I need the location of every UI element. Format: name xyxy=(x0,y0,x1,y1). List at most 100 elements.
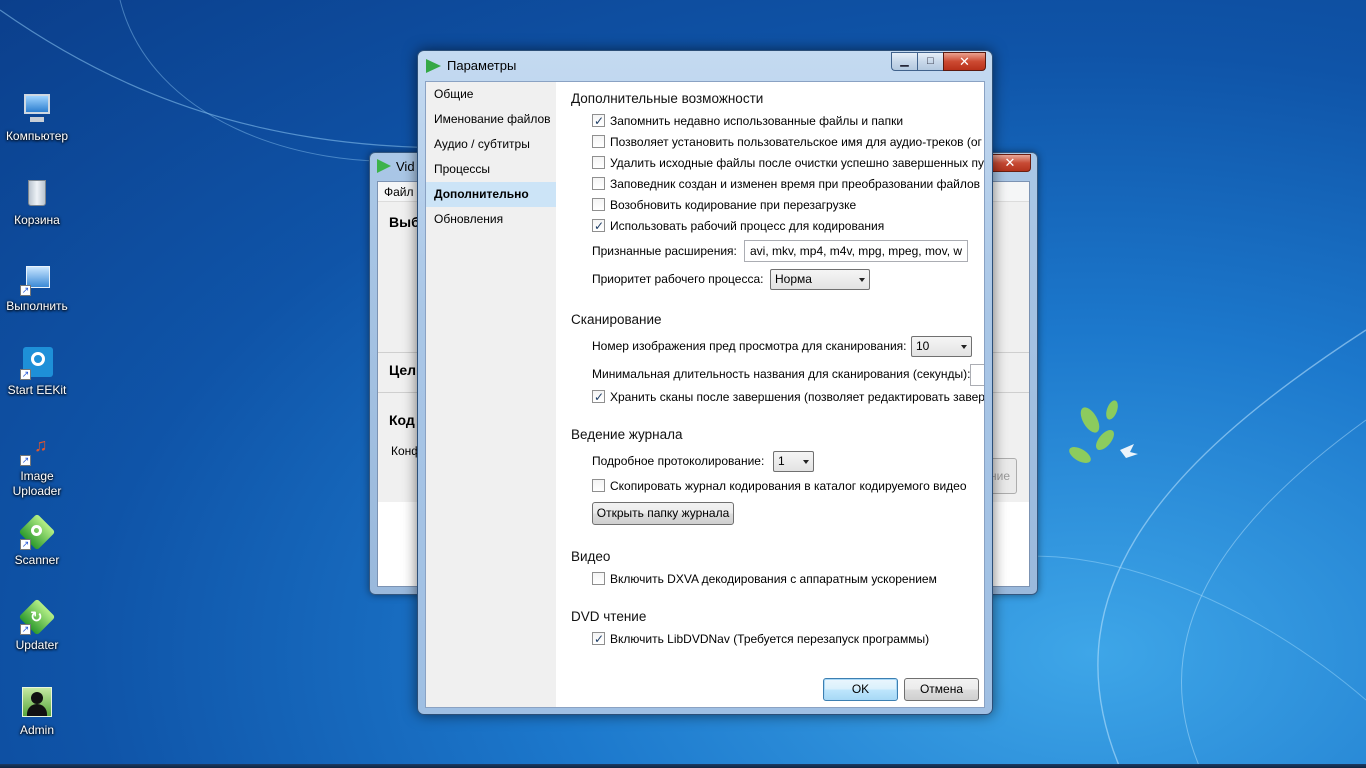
checkbox-unchecked[interactable] xyxy=(592,572,605,585)
desktop-icon-label: Scanner xyxy=(14,553,60,567)
scanner-icon: ↗ xyxy=(18,513,56,551)
checkbox-label: Позволяет установить пользовательское им… xyxy=(610,135,982,149)
checkbox-label: Возобновить кодирование при перезагрузке xyxy=(610,198,857,212)
log-verbosity-select[interactable]: 1 xyxy=(773,451,814,472)
checkbox-checked[interactable] xyxy=(592,112,605,130)
checkbox-label: Удалить исходные файлы после очистки усп… xyxy=(610,156,984,170)
settings-dialog[interactable]: Параметры ▁ □ ✕ Общие Именование файлов … xyxy=(417,50,993,715)
window-title: Vid xyxy=(396,159,415,174)
checkbox-resume-encoding[interactable]: Возобновить кодирование при перезагрузке xyxy=(592,196,856,214)
checkbox-keep-scans[interactable]: Хранить сканы после завершения (позволяе… xyxy=(592,388,984,406)
desktop-icon-label: Image Uploader xyxy=(12,469,62,498)
preview-count-select[interactable]: 10 xyxy=(911,336,972,357)
desktop-icon-recycle-bin[interactable]: Корзина xyxy=(0,176,74,228)
checkbox-label: Скопировать журнал кодирования в каталог… xyxy=(610,479,967,493)
close-icon: ✕ xyxy=(1004,155,1016,170)
desktop-icon-updater[interactable]: ↻ ↗ Updater xyxy=(0,598,74,653)
close-icon: ✕ xyxy=(959,54,970,69)
desktop-icon-label: Корзина xyxy=(14,213,60,227)
checkbox-unchecked[interactable] xyxy=(592,479,605,492)
nav-item-updates[interactable]: Обновления xyxy=(426,207,556,232)
nav-item-processes[interactable]: Процессы xyxy=(426,157,556,182)
chevron-down-icon xyxy=(803,460,809,464)
checkbox-dxva[interactable]: Включить DXVA декодирования с аппаратным… xyxy=(592,570,937,588)
checkbox-checked[interactable] xyxy=(592,388,605,406)
desktop-icon-label: Start EEKit xyxy=(7,383,67,397)
app-icon xyxy=(377,159,391,173)
close-button[interactable]: ✕ xyxy=(989,154,1031,172)
dialog-client-area: Общие Именование файлов Аудио / субтитры… xyxy=(425,81,985,708)
settings-nav: Общие Именование файлов Аудио / субтитры… xyxy=(426,82,556,707)
checkbox-preserve-timestamps[interactable]: Заповедник создан и изменен время при пр… xyxy=(592,175,980,193)
menu-file[interactable]: Файл xyxy=(384,185,414,199)
desktop-icon-start-eekit[interactable]: ↗ Start EEKit xyxy=(0,346,74,398)
checkbox-label: Использовать рабочий процесс для кодиров… xyxy=(610,219,885,233)
selected-value: Норма xyxy=(775,272,812,286)
nav-item-file-naming[interactable]: Именование файлов xyxy=(426,107,556,132)
run-icon: ↗ xyxy=(20,262,54,296)
desktop-icon-run[interactable]: ↗ Выполнить xyxy=(0,262,74,314)
checkbox-unchecked[interactable] xyxy=(592,135,605,148)
desktop-icon-scanner[interactable]: ↗ Scanner xyxy=(0,513,74,568)
desktop-icon-admin[interactable]: Admin xyxy=(0,686,74,738)
extensions-input[interactable]: avi, mkv, mp4, m4v, mpg, mpeg, mov, w xyxy=(744,240,968,262)
updater-icon: ↻ ↗ xyxy=(18,598,56,636)
checkbox-libdvdnav[interactable]: Включить LibDVDNav (Требуется перезапуск… xyxy=(592,630,929,648)
maximize-button[interactable]: □ xyxy=(917,52,943,71)
desktop-icon-image-uploader[interactable]: ♫ ↗ Image Uploader xyxy=(0,432,74,499)
chevron-down-icon xyxy=(859,278,865,282)
desktop-icon-label: Выполнить xyxy=(6,299,68,313)
section-source: Выб xyxy=(389,214,420,230)
checkbox-label: Запомнить недавно использованные файлы и… xyxy=(610,114,904,128)
selected-value: 1 xyxy=(778,454,785,468)
admin-user-icon xyxy=(20,686,54,720)
nav-item-general[interactable]: Общие xyxy=(426,82,556,107)
minimize-button[interactable]: ▁ xyxy=(891,52,917,71)
computer-icon xyxy=(20,92,54,126)
selected-value: 10 xyxy=(916,339,930,353)
caption-buttons: ▁ □ ✕ xyxy=(891,52,986,71)
recycle-bin-icon xyxy=(20,176,54,210)
checkbox-copy-log[interactable]: Скопировать журнал кодирования в каталог… xyxy=(592,477,967,495)
label-log-verbosity: Подробное протоколирование: xyxy=(592,454,765,468)
checkbox-label: Заповедник создан и изменен время при пр… xyxy=(610,177,981,191)
checkbox-remember-recent[interactable]: Запомнить недавно использованные файлы и… xyxy=(592,112,903,130)
ok-button[interactable]: OK xyxy=(823,678,898,701)
cancel-button[interactable]: Отмена xyxy=(904,678,979,701)
close-button[interactable]: ✕ xyxy=(943,52,986,71)
label-preview-count: Номер изображения пред просмотра для ска… xyxy=(592,339,907,353)
label-min-title-duration: Минимальная длительность названия для ск… xyxy=(592,367,971,381)
checkbox-checked[interactable] xyxy=(592,217,605,235)
section-header-logging: Ведение журнала xyxy=(571,427,683,442)
checkbox-custom-audio-names[interactable]: Позволяет установить пользовательское им… xyxy=(592,133,982,151)
nav-item-audio-subtitles[interactable]: Аудио / субтитры xyxy=(426,132,556,157)
worker-priority-select[interactable]: Норма xyxy=(770,269,870,290)
desktop-icon-label: Admin xyxy=(19,723,54,737)
image-uploader-icon: ♫ ↗ xyxy=(20,435,48,466)
checkbox-unchecked[interactable] xyxy=(592,156,605,169)
minimize-icon: ▁ xyxy=(900,55,909,67)
checkbox-unchecked[interactable] xyxy=(592,177,605,190)
checkbox-use-worker-process[interactable]: Использовать рабочий процесс для кодиров… xyxy=(592,217,884,235)
min-duration-input[interactable] xyxy=(970,364,984,386)
checkbox-checked[interactable] xyxy=(592,630,605,648)
taskbar-edge xyxy=(0,764,1366,768)
desktop-icon-computer[interactable]: Компьютер xyxy=(0,92,74,144)
checkbox-delete-source[interactable]: Удалить исходные файлы после очистки усп… xyxy=(592,154,984,172)
desktop-icon-label: Updater xyxy=(15,638,59,652)
section-header-scanning: Сканирование xyxy=(571,312,662,327)
open-log-folder-button[interactable]: Открыть папку журнала xyxy=(592,502,734,525)
checkbox-unchecked[interactable] xyxy=(592,198,605,211)
checkbox-label: Включить LibDVDNav (Требуется перезапуск… xyxy=(610,632,930,646)
nav-item-advanced[interactable]: Дополнительно xyxy=(426,182,556,207)
section-header-video: Видео xyxy=(571,549,611,564)
app-icon xyxy=(426,59,441,73)
checkbox-label: Включить DXVA декодирования с аппаратным… xyxy=(610,572,937,586)
checkbox-label: Хранить сканы после завершения (позволяе… xyxy=(610,390,984,404)
section-encoding: Код xyxy=(389,412,415,428)
label-worker-priority: Приоритет рабочего процесса: xyxy=(592,272,764,286)
section-header-dvd: DVD чтение xyxy=(571,609,647,624)
dialog-title: Параметры xyxy=(447,58,517,73)
desktop-icon-label: Компьютер xyxy=(5,129,69,143)
maximize-icon: □ xyxy=(927,55,934,67)
